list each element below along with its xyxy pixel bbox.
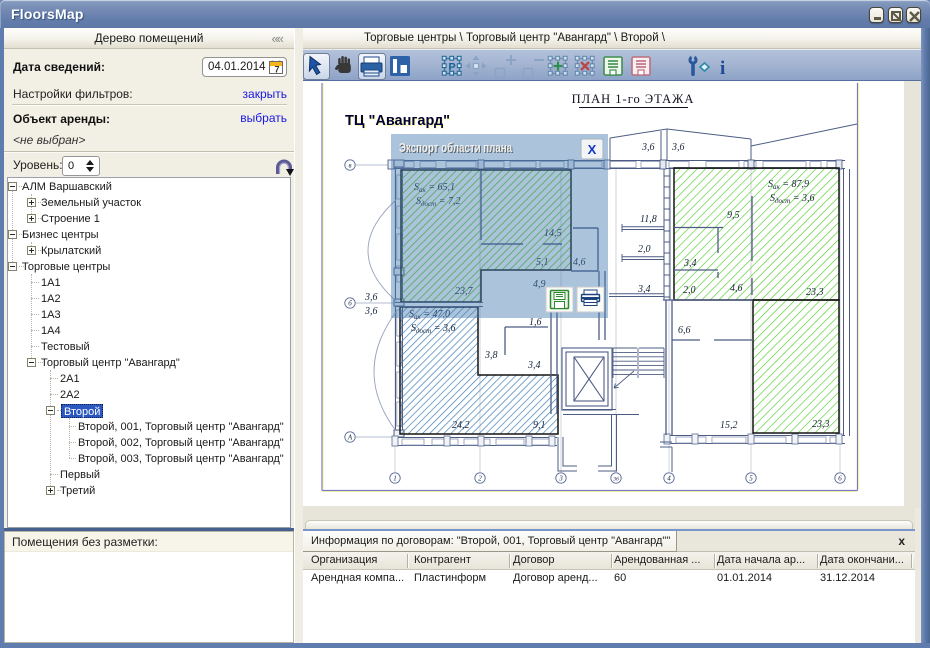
svg-text:9,5: 9,5 [727,210,740,221]
svg-text:6: 6 [838,475,842,483]
svg-text:3,4: 3,4 [637,284,651,295]
svg-text:3,4: 3,4 [527,360,541,371]
svg-text:P: P [448,62,455,74]
svg-text:3б: 3б [612,476,619,483]
svg-text:7: 7 [275,65,280,75]
svg-text:3,6: 3,6 [364,292,378,303]
svg-text:3,6: 3,6 [641,142,655,153]
svg-text:23,3: 23,3 [806,287,824,298]
svg-text:3,8: 3,8 [484,350,498,361]
svg-text:3,6: 3,6 [671,142,685,153]
svg-text:5: 5 [749,475,753,483]
svg-text:23,3: 23,3 [812,419,830,430]
svg-text:Экспорт области плана: Экспорт области плана [399,141,513,155]
svg-text:11,8: 11,8 [640,214,657,225]
svg-text:б: б [348,300,352,308]
svg-text:3: 3 [558,475,563,483]
svg-text:X: X [588,142,597,157]
svg-text:i: i [720,58,725,79]
svg-text:4,6: 4,6 [730,283,743,294]
svg-text:1,6: 1,6 [529,317,542,328]
svg-text:15,2: 15,2 [720,420,738,431]
svg-text:в: в [348,162,351,170]
svg-text:2,0: 2,0 [683,285,696,296]
svg-text:2,0: 2,0 [638,244,651,255]
svg-text:24,2: 24,2 [452,420,470,431]
svg-text:ТЦ "Авангард": ТЦ "Авангард" [345,113,450,129]
svg-text:3,4: 3,4 [683,258,697,269]
svg-text:9,1: 9,1 [533,420,546,431]
svg-text:4: 4 [667,475,671,483]
svg-text:1: 1 [393,475,397,483]
svg-text:6,6: 6,6 [678,325,691,336]
svg-text:3,6: 3,6 [364,306,378,317]
svg-text:2: 2 [478,475,482,483]
svg-text:А: А [347,434,353,442]
svg-text:ПЛАН 1-го ЭТАЖА: ПЛАН 1-го ЭТАЖА [572,92,695,106]
